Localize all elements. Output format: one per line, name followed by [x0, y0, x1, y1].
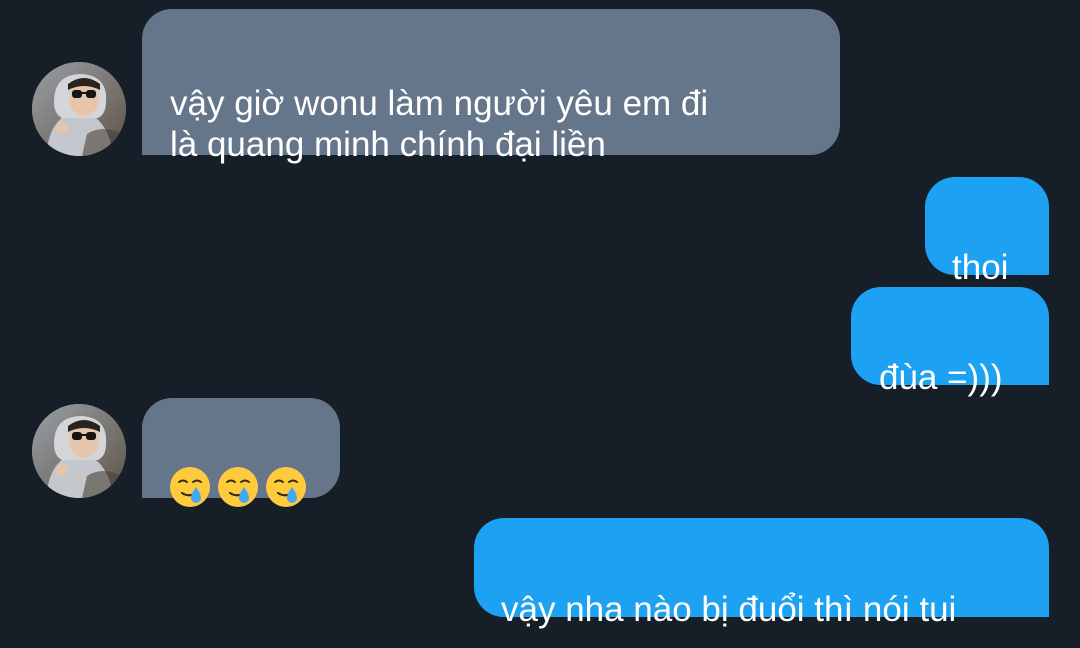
message-text: vậy giờ wonu làm người yêu em đi là quan…	[170, 84, 709, 164]
face-holding-back-tears-icon	[266, 467, 306, 507]
chat-thread: vậy giờ wonu làm người yêu em đi là quan…	[0, 0, 1080, 648]
outgoing-message[interactable]: vậy nha nào bị đuổi thì nói tui	[474, 518, 1049, 629]
incoming-message[interactable]: vậy giờ wonu làm người yêu em đi là quan…	[142, 9, 840, 164]
avatar-photo	[32, 62, 126, 156]
avatar-photo	[32, 404, 126, 498]
sender-avatar[interactable]	[32, 404, 126, 498]
sender-avatar[interactable]	[32, 62, 126, 156]
outgoing-message[interactable]: đùa =)))	[851, 287, 1049, 397]
message-text: đùa =)))	[879, 358, 1003, 397]
outgoing-message[interactable]: thoi	[925, 177, 1049, 287]
face-holding-back-tears-icon	[170, 467, 210, 507]
emoji-row	[168, 465, 340, 509]
message-text: vậy nha nào bị đuổi thì nói tui	[501, 590, 957, 629]
incoming-message[interactable]	[142, 398, 340, 507]
message-text: thoi	[952, 248, 1009, 287]
face-holding-back-tears-icon	[218, 467, 258, 507]
